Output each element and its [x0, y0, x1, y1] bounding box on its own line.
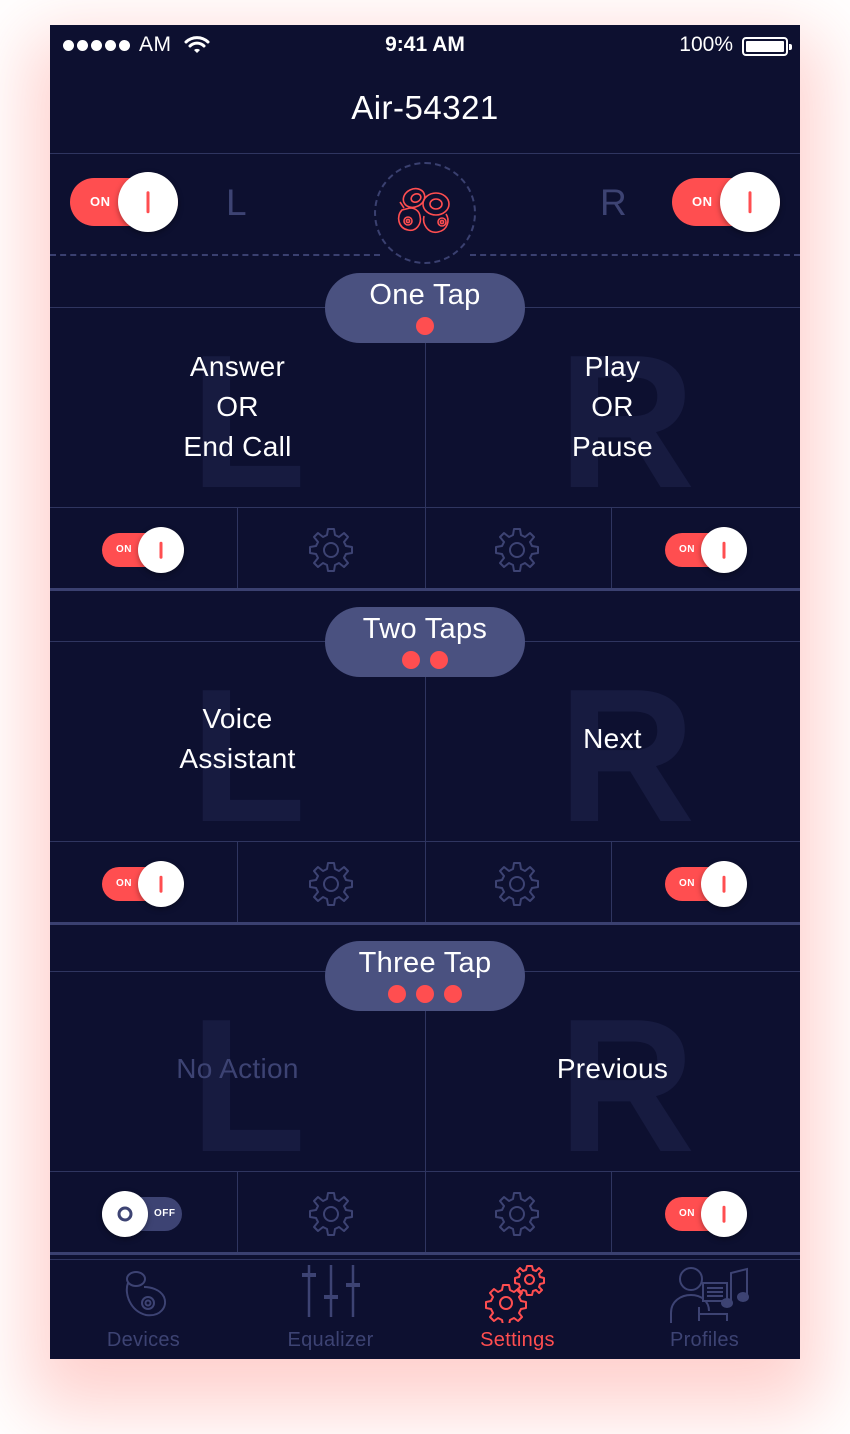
toggle-knob [138, 527, 184, 573]
left-label: L [226, 182, 247, 223]
one-tap-right-action[interactable]: Play OR Pause [425, 347, 800, 467]
one-tap-left-action[interactable]: Answer OR End Call [50, 347, 425, 467]
section-pill-one-tap: One Tap [325, 273, 525, 343]
battery-icon [742, 37, 792, 56]
left-earbud-toggle[interactable]: ON [70, 172, 178, 232]
three-tap-left-action[interactable]: No Action [50, 1049, 425, 1089]
right-label: R [600, 182, 627, 223]
battery-percentage: 100% [679, 33, 733, 56]
dashed-divider [470, 254, 800, 256]
earbud-icon [125, 1271, 166, 1317]
dashed-divider [50, 254, 380, 256]
section-pill-two-taps: Two Taps [325, 607, 525, 677]
toggle-knob [118, 172, 178, 232]
toggle-knob [720, 172, 780, 232]
divider [425, 1010, 426, 1254]
two-taps-left-toggle[interactable]: ON [102, 861, 184, 907]
three-tap-right-gear-icon[interactable] [493, 1190, 541, 1238]
divider [50, 1171, 800, 1172]
tap-count-dots [325, 317, 525, 335]
page-title: Air-54321 [351, 89, 499, 126]
earbuds-image-frame [374, 162, 476, 264]
three-tap-right-action[interactable]: Previous [425, 1049, 800, 1089]
divider [237, 841, 238, 923]
divider [611, 841, 612, 923]
toggle-knob [138, 861, 184, 907]
toggle-knob [701, 527, 747, 573]
divider [425, 676, 426, 924]
one-tap-right-gear-icon[interactable] [493, 526, 541, 574]
earbuds-icon [397, 187, 450, 234]
right-earbud-toggle[interactable]: ON [672, 172, 780, 232]
divider [237, 507, 238, 589]
tap-count-dots [325, 985, 525, 1003]
tab-profiles[interactable]: Profiles [611, 1261, 798, 1359]
section-divider [50, 588, 800, 591]
section-divider [50, 922, 800, 925]
two-taps-left-action[interactable]: Voice Assistant [50, 699, 425, 779]
equalizer-icon [302, 1265, 360, 1317]
tab-devices[interactable]: Devices [50, 1261, 237, 1359]
settings-gears-icon [485, 1265, 545, 1323]
tap-count-dots [325, 651, 525, 669]
profiles-icon [670, 1267, 749, 1323]
two-taps-left-gear-icon[interactable] [307, 860, 355, 908]
three-tap-left-gear-icon[interactable] [307, 1190, 355, 1238]
three-tap-left-toggle[interactable]: OFF [102, 1191, 182, 1237]
divider [50, 1259, 800, 1260]
two-taps-right-toggle[interactable]: ON [665, 861, 747, 907]
two-taps-right-action[interactable]: Next [425, 719, 800, 759]
toggle-knob [701, 1191, 747, 1237]
section-pill-three-tap: Three Tap [325, 941, 525, 1011]
divider [50, 841, 800, 842]
one-tap-right-toggle[interactable]: ON [665, 527, 747, 573]
divider [611, 1171, 612, 1253]
phone-screen: AM 9:41 AM 100% Air-54321 ON L R ON One … [50, 25, 800, 1359]
divider [237, 1171, 238, 1253]
section-divider [50, 1252, 800, 1255]
three-tap-right-toggle[interactable]: ON [665, 1191, 747, 1237]
one-tap-left-gear-icon[interactable] [307, 526, 355, 574]
toggle-knob [102, 1191, 148, 1237]
one-tap-left-toggle[interactable]: ON [102, 527, 184, 573]
divider [50, 153, 800, 154]
status-bar: AM 9:41 AM 100% [50, 25, 800, 67]
divider [50, 507, 800, 508]
tab-settings[interactable]: Settings [424, 1261, 611, 1359]
tab-equalizer[interactable]: Equalizer [237, 1261, 424, 1359]
two-taps-right-gear-icon[interactable] [493, 860, 541, 908]
toggle-knob [701, 861, 747, 907]
divider [611, 507, 612, 589]
